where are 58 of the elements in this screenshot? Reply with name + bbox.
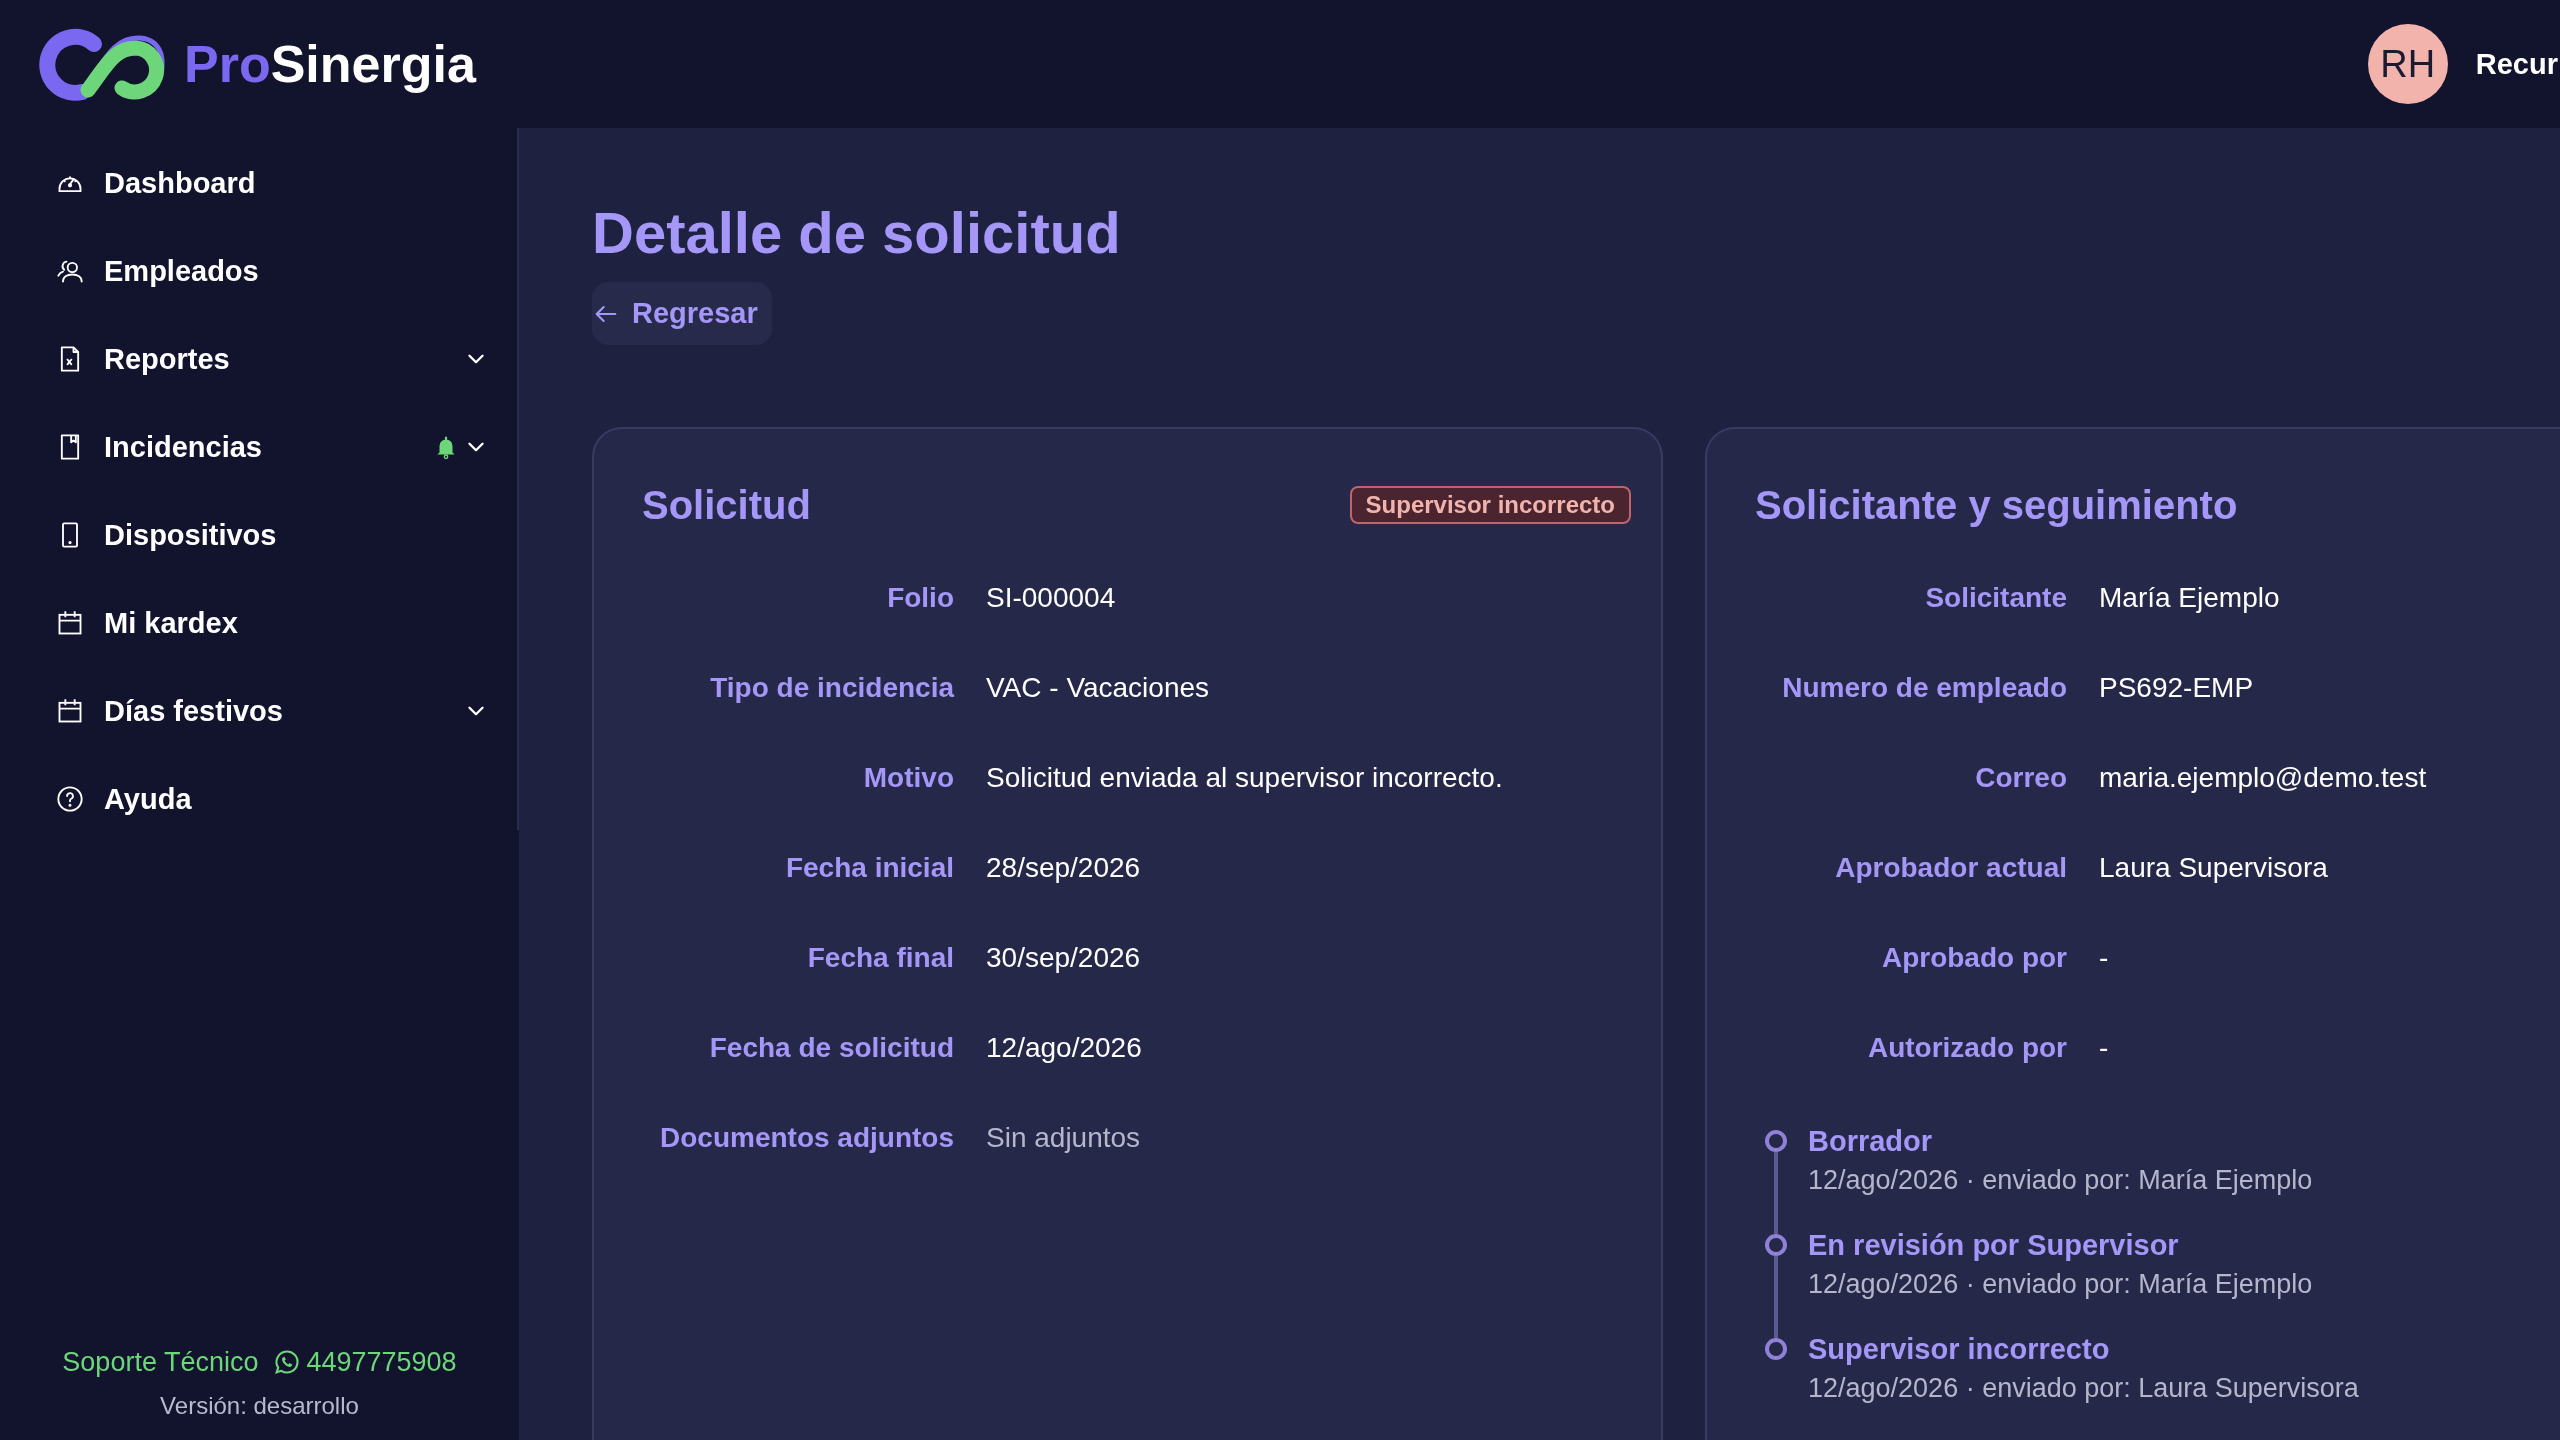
card-title: Solicitante y seguimiento [1755, 482, 2238, 528]
timeline-status: Borrador [1808, 1124, 1934, 1159]
support-phone-link[interactable]: 4497775908 [306, 1347, 457, 1378]
version-label: Versión: desarrollo [160, 1392, 359, 1420]
field-label: Solicitante [1924, 582, 2067, 614]
field-label: Fecha de solicitud [708, 1032, 954, 1064]
back-button[interactable]: Regresar [592, 282, 772, 345]
field-label: Numero de empleado [1781, 672, 2067, 704]
brand-name: ProSinergia [184, 34, 476, 94]
timeline-dot [1765, 1234, 1787, 1256]
field-value: 30/sep/2026 [986, 942, 1142, 974]
field-value: 28/sep/2026 [986, 852, 1142, 884]
sidebar-item[interactable]: Empleados [0, 227, 517, 315]
field-label: Fecha inicial [784, 852, 954, 884]
chat-phone-icon [272, 1348, 301, 1377]
field-value: PS692-EMP [2099, 672, 2255, 704]
field-label: Motivo [862, 762, 954, 794]
field-label: Tipo de incidencia [709, 672, 954, 704]
sidebar-item[interactable]: Mi kardex [0, 579, 517, 667]
support-label: Soporte Técnico [62, 1347, 259, 1378]
timeline-dot [1765, 1338, 1787, 1360]
timeline-dot [1765, 1130, 1787, 1152]
sidebar-item[interactable]: Ayuda [0, 755, 517, 843]
field-value: VAC - Vacaciones [986, 672, 1211, 704]
sidebar-item[interactable]: Dashboard [0, 139, 517, 227]
field-value: 12/ago/2026 [986, 1032, 1143, 1064]
calendar-icon [56, 609, 84, 637]
help-icon [56, 785, 84, 813]
timeline-status: Supervisor incorrecto [1808, 1332, 2111, 1367]
field-value: - [2099, 1032, 2110, 1064]
field-value: Solicitud enviada al supervisor incorrecto. [986, 762, 1504, 794]
sidebar-item[interactable]: Días festivos [0, 667, 517, 755]
card-title: Solicitud [642, 482, 811, 528]
user-avatar[interactable]: RH [2367, 24, 2448, 104]
timeline-detail: 12/ago/2026 · enviado por: Laura Supervisora [1808, 1372, 2360, 1405]
status-badge: Supervisor incorrecto [1349, 486, 1631, 524]
timeline-status: En revisión por Supervisor [1808, 1228, 2180, 1263]
calendar-icon [56, 697, 84, 725]
field-label: Folio [886, 582, 954, 614]
timeline-detail: 12/ago/2026 · enviado por: María Ejemplo [1808, 1164, 2314, 1197]
timeline-detail: 12/ago/2026 · enviado por: María Ejemplo [1808, 1268, 2314, 1301]
user-name: Recur [2475, 47, 2558, 81]
field-value: SI-000004 [986, 582, 1117, 614]
field-label: Correo [1974, 762, 2067, 794]
sidebar-item[interactable]: Reportes [0, 315, 517, 403]
field-value: María Ejemplo [2099, 582, 2281, 614]
field-value: Laura Supervisora [2099, 852, 2329, 884]
field-value: maria.ejemplo@demo.test [2099, 762, 2428, 794]
field-label: Aprobado por [1880, 942, 2067, 974]
field-value: Sin adjuntos [986, 1122, 1142, 1154]
field-label: Autorizado por [1866, 1032, 2067, 1064]
field-label: Fecha final [806, 942, 954, 974]
sidebar-item[interactable]: Dispositivos [0, 491, 517, 579]
field-label: Documentos adjuntos [659, 1122, 954, 1154]
field-value: - [2099, 942, 2110, 974]
page-title: Detalle de solicitud [592, 199, 1122, 267]
sidebar-item[interactable]: Incidencias [0, 403, 517, 491]
field-label: Aprobador actual [1834, 852, 2067, 884]
